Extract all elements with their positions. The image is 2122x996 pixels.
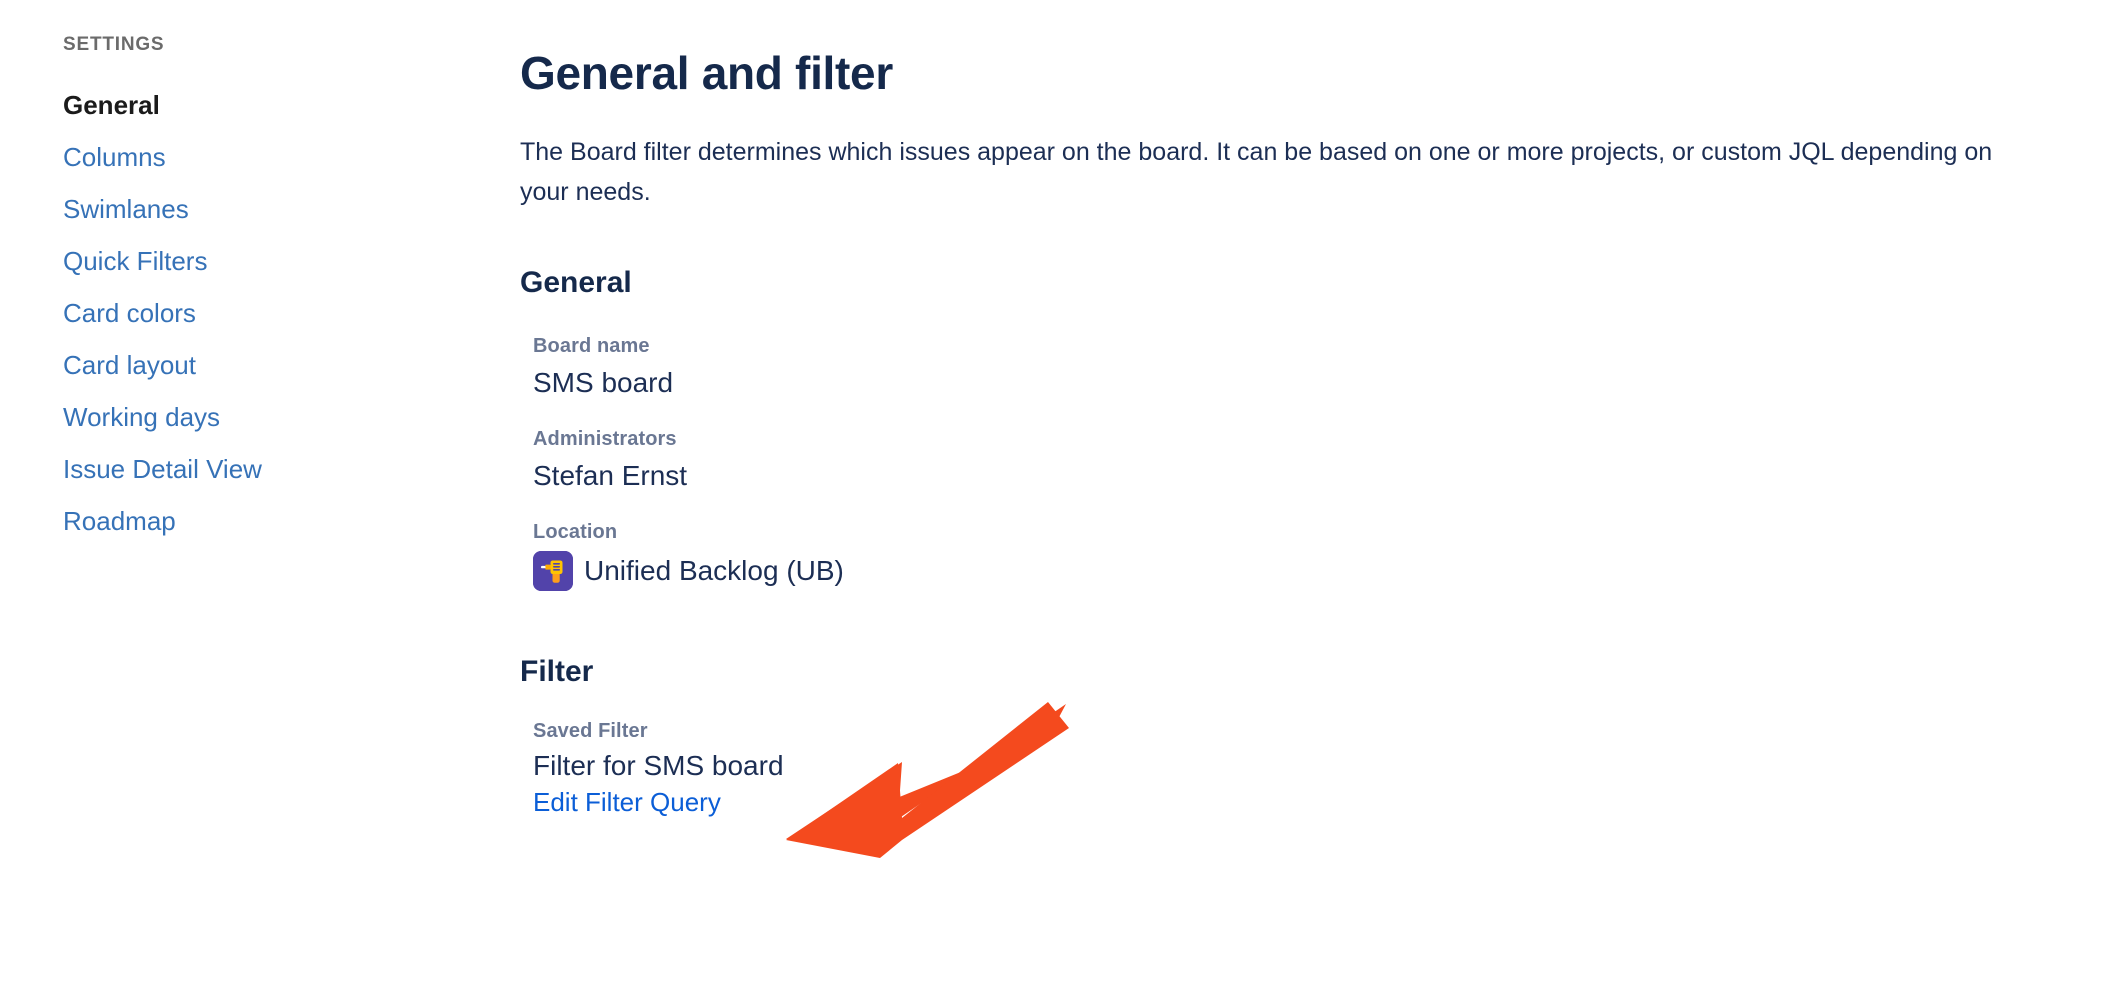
- sidebar-item-label: Working days: [63, 401, 221, 432]
- board-settings-page: SETTINGS General Columns Swimlanes Quick…: [0, 0, 2122, 996]
- location-value: Unified Backlog (UB): [584, 555, 844, 586]
- sidebar-item-label: Roadmap: [63, 505, 176, 536]
- edit-filter-query-link[interactable]: Edit Filter Query: [533, 784, 721, 820]
- filter-section-title: Filter: [520, 655, 594, 688]
- board-name-label: Board name: [533, 335, 650, 357]
- sidebar-item-card-colors[interactable]: Card colors: [63, 287, 520, 339]
- sidebar-item-working-days[interactable]: Working days: [63, 391, 520, 443]
- sidebar-item-card-layout[interactable]: Card layout: [63, 339, 520, 391]
- sidebar-item-label: Swimlanes: [63, 193, 189, 224]
- administrators-field: Administrators Stefan Ernst: [520, 427, 2122, 494]
- administrators-label: Administrators: [533, 428, 677, 450]
- saved-filter-field: Saved Filter Filter for SMS board Edit F…: [520, 719, 2122, 820]
- sidebar-item-swimlanes[interactable]: Swimlanes: [63, 183, 520, 235]
- page-title: General and filter: [520, 47, 893, 99]
- location-value-row: Unified Backlog (UB): [533, 551, 2122, 591]
- sidebar-nav-list: General Columns Swimlanes Quick Filters …: [63, 79, 520, 547]
- administrators-value: Stefan Ernst: [533, 460, 688, 491]
- filter-section: Filter Saved Filter Filter for SMS board…: [520, 655, 2122, 820]
- sidebar-item-quick-filters[interactable]: Quick Filters: [63, 235, 520, 287]
- settings-main-content: General and filter The Board filter dete…: [520, 0, 2122, 996]
- location-field: Location Unified Backlog (UB): [520, 520, 2122, 591]
- sidebar-item-label: Card colors: [63, 297, 196, 328]
- settings-sidebar: SETTINGS General Columns Swimlanes Quick…: [0, 0, 520, 996]
- sidebar-item-label: Card layout: [63, 349, 196, 380]
- sidebar-item-label: Quick Filters: [63, 245, 208, 276]
- sidebar-heading: SETTINGS: [63, 34, 165, 55]
- page-description: The Board filter determines which issues…: [520, 138, 1993, 206]
- saved-filter-label: Saved Filter: [533, 720, 648, 742]
- general-section-title: General: [520, 266, 632, 299]
- project-avatar-icon: [533, 551, 573, 591]
- sidebar-item-label: Issue Detail View: [63, 453, 262, 484]
- sidebar-item-label: General: [63, 89, 160, 120]
- board-name-value: SMS board: [533, 367, 674, 398]
- location-label: Location: [533, 521, 618, 543]
- sidebar-item-issue-detail-view[interactable]: Issue Detail View: [63, 443, 520, 495]
- sidebar-item-roadmap[interactable]: Roadmap: [63, 495, 520, 547]
- general-section: General Board name SMS board Administrat…: [520, 266, 2122, 591]
- sidebar-item-columns[interactable]: Columns: [63, 131, 520, 183]
- saved-filter-value: Filter for SMS board: [533, 750, 784, 781]
- sidebar-item-label: Columns: [63, 141, 166, 172]
- board-name-field: Board name SMS board: [520, 334, 2122, 401]
- sidebar-item-general[interactable]: General: [63, 79, 520, 131]
